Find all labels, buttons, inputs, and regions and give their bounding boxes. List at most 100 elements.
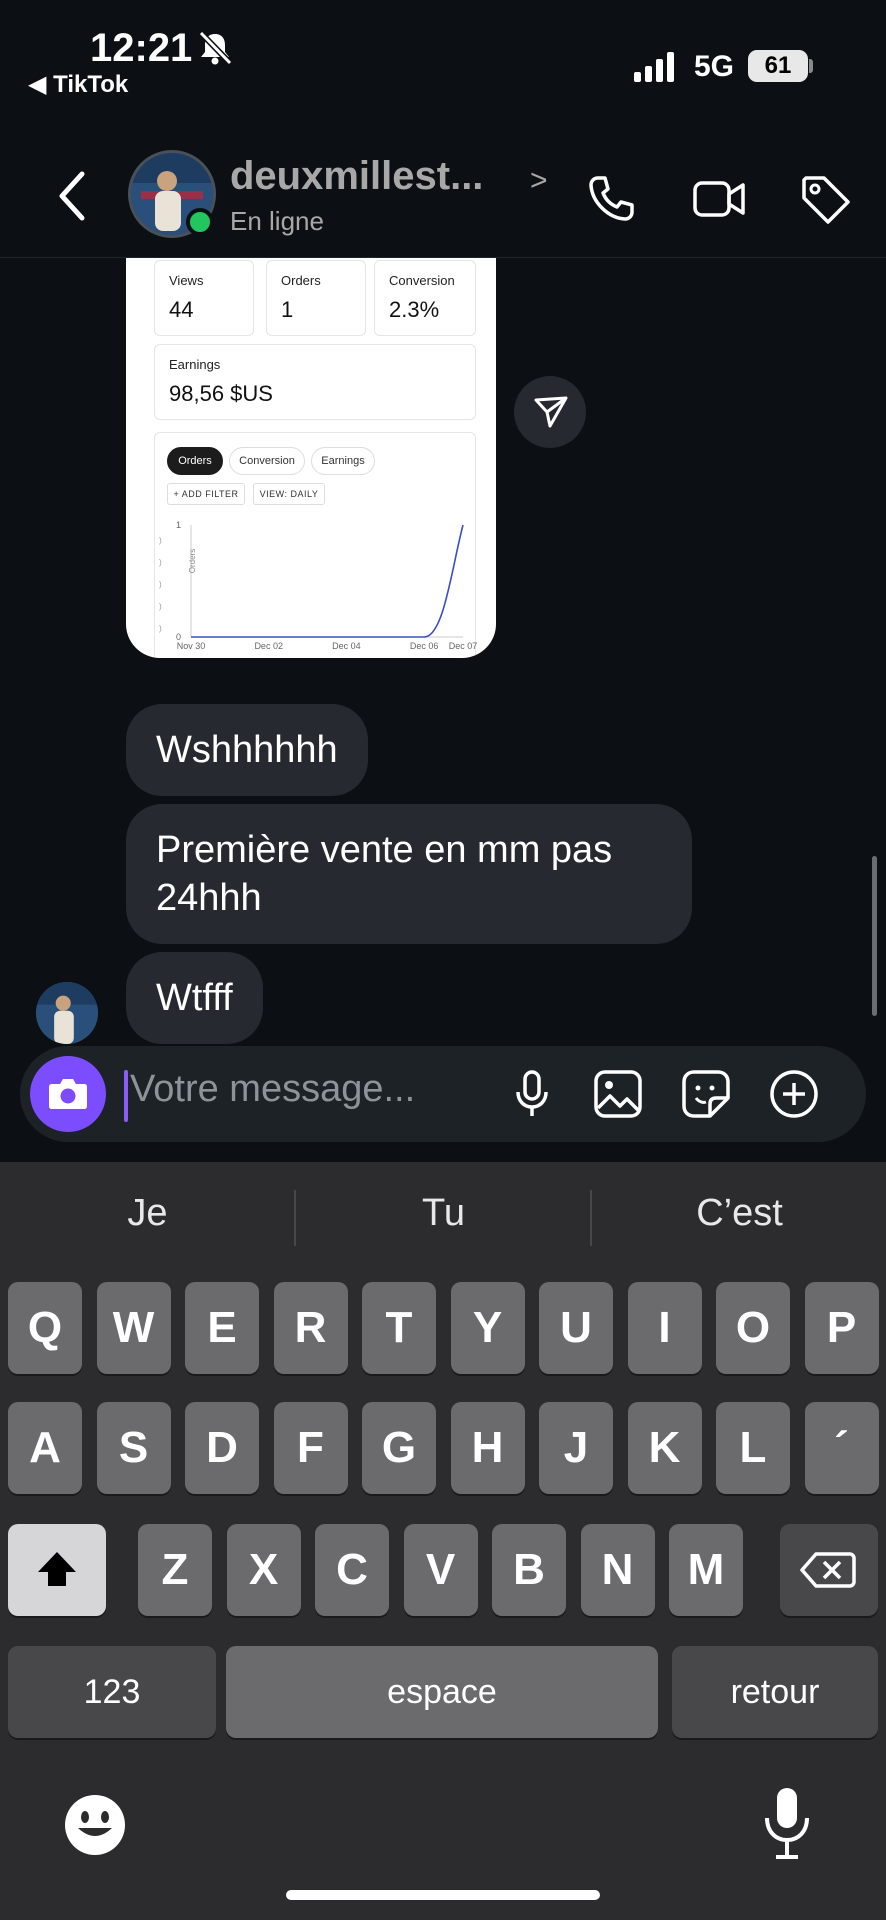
key-o[interactable]: O	[716, 1282, 790, 1374]
metric-earnings: Earnings 98,56 $US	[154, 344, 476, 420]
network-type: 5G	[694, 50, 735, 83]
key-t[interactable]: T	[362, 1282, 436, 1374]
sticker-icon[interactable]	[680, 1068, 732, 1120]
space-key[interactable]: espace	[226, 1646, 658, 1738]
home-indicator[interactable]	[286, 1890, 600, 1900]
gallery-icon[interactable]	[592, 1068, 644, 1120]
camera-button[interactable]	[30, 1056, 106, 1132]
key-j[interactable]: J	[539, 1402, 613, 1494]
plus-circle-icon[interactable]	[768, 1068, 820, 1120]
x-tick-label: Nov 30	[177, 641, 206, 651]
key-m[interactable]: M	[669, 1524, 743, 1616]
key-h[interactable]: H	[450, 1402, 525, 1494]
metric-value: 2.3%	[389, 297, 440, 322]
x-tick-label: Dec 06	[410, 641, 439, 651]
metric-views: Views 44	[154, 260, 254, 336]
x-tick-label: Dec 02	[254, 641, 283, 651]
tab-conversion[interactable]: Conversion	[229, 447, 305, 475]
backspace-key[interactable]	[780, 1524, 878, 1616]
y-tick-label: 1	[176, 520, 181, 530]
numbers-key[interactable]: 123	[8, 1646, 216, 1738]
back-chevron-icon[interactable]	[52, 168, 92, 224]
video-call-icon[interactable]	[692, 172, 746, 226]
x-tick-label: Dec 04	[332, 641, 361, 651]
text-cursor	[124, 1070, 128, 1122]
key-r[interactable]: R	[273, 1282, 348, 1374]
key-n[interactable]: N	[580, 1524, 655, 1616]
tag-icon[interactable]	[798, 172, 852, 226]
message-bubble[interactable]: Première vente en mm pas 24hhh	[126, 804, 692, 944]
clipped-tick-label: )	[159, 558, 162, 567]
key-z[interactable]: Z	[138, 1524, 212, 1616]
metric-value: 98,56 $US	[169, 381, 273, 406]
key-g[interactable]: G	[362, 1402, 436, 1494]
message-bubble[interactable]: Wtfff	[126, 952, 263, 1044]
view-daily-button[interactable]: VIEW: DAILY	[253, 483, 325, 505]
microphone-icon	[765, 1788, 809, 1859]
presence-status: En ligne	[230, 206, 324, 236]
chat-header: deuxmillest... > En ligne	[0, 140, 886, 258]
analytics-screenshot-card[interactable]: Views 44 Orders 1 Conversion 2.3% Earnin…	[126, 258, 496, 658]
phone-icon[interactable]	[584, 172, 638, 226]
key-p[interactable]: P	[804, 1282, 879, 1374]
orders-line-chart: )))))01OrdersNov 30 Dec 02 Dec 04 Dec 06 Dec…	[159, 520, 477, 651]
metric-label: Conversion	[389, 273, 455, 288]
backspace-icon	[800, 1552, 856, 1588]
suggestion-item[interactable]: Tu	[296, 1192, 591, 1235]
key-s[interactable]: S	[96, 1402, 171, 1494]
tab-orders[interactable]: Orders	[167, 447, 223, 475]
signal-icon	[634, 52, 674, 82]
metric-label: Views	[169, 273, 204, 288]
send-arrow-icon	[534, 396, 568, 428]
metric-value: 1	[281, 297, 294, 322]
key-i[interactable]: I	[627, 1282, 702, 1374]
chevron-right-icon[interactable]: >	[530, 164, 548, 198]
suggestion-item[interactable]: Je	[0, 1192, 295, 1235]
tab-earnings[interactable]: Earnings	[311, 447, 375, 475]
camera-icon	[49, 1079, 87, 1109]
message-list[interactable]: Views 44 Orders 1 Conversion 2.3% Earnin…	[0, 258, 886, 1048]
y-axis-label: Orders	[188, 549, 197, 573]
share-button[interactable]	[514, 376, 586, 448]
status-bar: 12:21 ◀ TikTok 5G 61	[0, 0, 886, 100]
key-u[interactable]: U	[539, 1282, 613, 1374]
status-time: 12:21	[90, 26, 193, 70]
key-f[interactable]: F	[273, 1402, 348, 1494]
message-input[interactable]: Votre message...	[130, 1068, 415, 1111]
clipped-tick-label: )	[159, 624, 162, 633]
chat-scrollbar[interactable]	[872, 856, 877, 1016]
key-d[interactable]: D	[185, 1402, 259, 1494]
key-b[interactable]: B	[492, 1524, 566, 1616]
chart-panel: Orders Conversion Earnings + ADD FILTER …	[154, 432, 477, 658]
key-x[interactable]: X	[226, 1524, 301, 1616]
avatar-photo	[36, 982, 98, 1044]
metric-label: Earnings	[169, 357, 221, 372]
key-c[interactable]: C	[315, 1524, 389, 1616]
keyboard: Je Tu C’est Q W E R T Y U I O P A S D F G H J K L ´ Z X C V B N M 1…	[0, 1162, 886, 1920]
key-v[interactable]: V	[403, 1524, 478, 1616]
shift-arrow-icon	[38, 1552, 76, 1586]
key-e[interactable]: E	[185, 1282, 259, 1374]
return-key[interactable]: retour	[672, 1646, 878, 1738]
microphone-icon[interactable]	[506, 1068, 558, 1120]
message-bubble[interactable]: Wshhhhhh	[126, 704, 368, 796]
key-accent[interactable]: ´	[804, 1402, 879, 1494]
suggestion-item[interactable]: C’est	[592, 1192, 886, 1235]
metric-label: Orders	[281, 273, 321, 288]
key-k[interactable]: K	[627, 1402, 702, 1494]
dictation-key[interactable]	[762, 1786, 812, 1862]
key-q[interactable]: Q	[8, 1282, 82, 1374]
emoji-key[interactable]	[62, 1792, 128, 1858]
metric-conversion: Conversion 2.3%	[374, 260, 476, 336]
contact-username[interactable]: deuxmillest...	[230, 154, 483, 199]
back-to-app-link[interactable]: ◀ TikTok	[28, 70, 128, 99]
sender-avatar[interactable]	[36, 982, 98, 1044]
key-y[interactable]: Y	[450, 1282, 525, 1374]
key-w[interactable]: W	[96, 1282, 171, 1374]
bell-slash-icon	[198, 30, 233, 66]
key-a[interactable]: A	[8, 1402, 82, 1494]
key-l[interactable]: L	[716, 1402, 790, 1494]
add-filter-button[interactable]: + ADD FILTER	[167, 483, 245, 505]
shift-key[interactable]	[8, 1524, 106, 1616]
battery-cap	[809, 59, 813, 73]
